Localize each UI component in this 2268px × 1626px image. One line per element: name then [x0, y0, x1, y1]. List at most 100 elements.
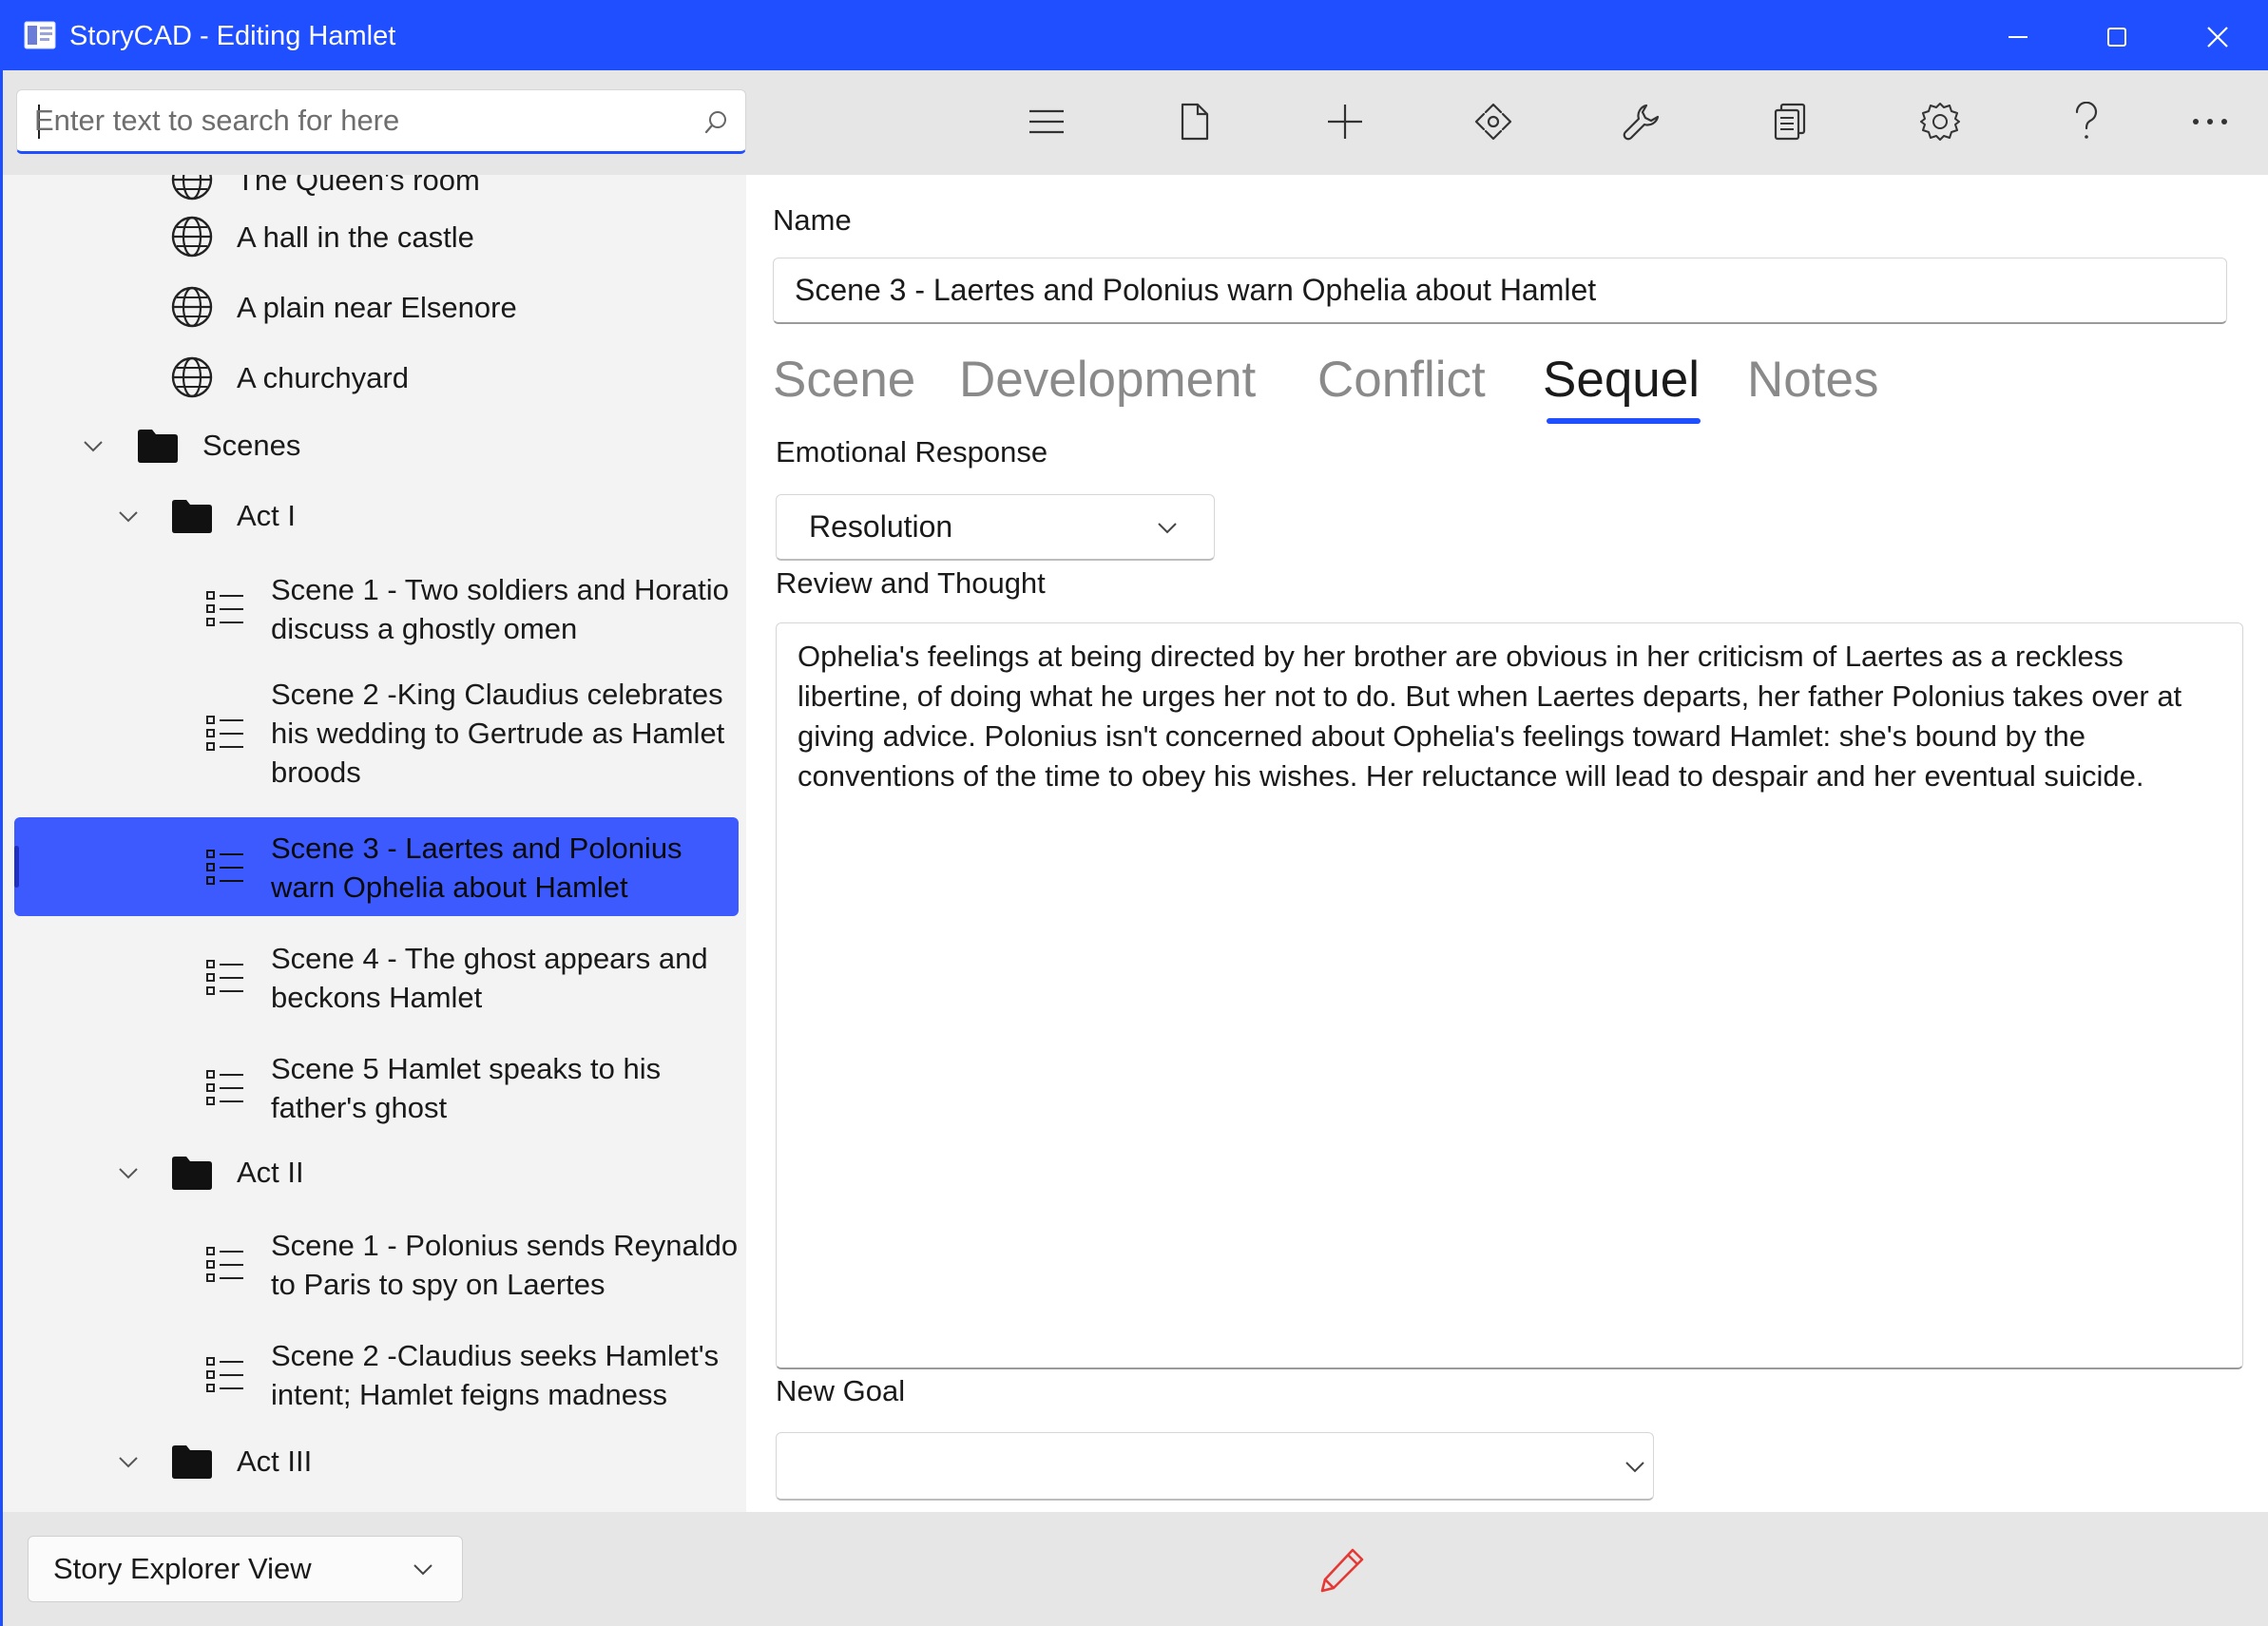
- tree-item-label: Scene 4 - The ghost appears and beckons …: [271, 939, 746, 1017]
- name-field[interactable]: Scene 3 - Laertes and Polonius warn Ophe…: [773, 258, 2227, 324]
- tree-item-act-1[interactable]: Act I: [170, 496, 296, 535]
- reports-button[interactable]: [1759, 91, 1820, 152]
- search-input[interactable]: [34, 98, 681, 143]
- new-goal-dropdown[interactable]: [776, 1432, 1654, 1501]
- chevron-down-icon[interactable]: [118, 1167, 139, 1180]
- tree-item-setting[interactable]: The Queen's room: [170, 175, 480, 201]
- window-title: StoryCAD - Editing Hamlet: [69, 21, 396, 51]
- list-bullets-icon: [206, 850, 243, 885]
- tab-notes[interactable]: Notes: [1747, 349, 1878, 411]
- reports-icon: [1774, 103, 1806, 141]
- move-arrows-icon: [1474, 103, 1512, 141]
- more-button[interactable]: [2180, 91, 2240, 152]
- label-line: Scene 1 - Polonius sends Reynaldo: [271, 1229, 739, 1262]
- tree-item-scene[interactable]: Scene 4 - The ghost appears and beckons …: [204, 939, 746, 1017]
- maximize-button[interactable]: [2067, 3, 2166, 70]
- review-and-thought-text: Ophelia's feelings at being directed by …: [798, 640, 2182, 793]
- tree-item-label: A churchyard: [237, 360, 409, 394]
- tab-scene[interactable]: Scene: [773, 349, 915, 411]
- label-line: Scene 2 -Claudius seeks Hamlet's: [271, 1339, 720, 1372]
- label-line: his wedding to Gertrude as Hamlet: [271, 717, 725, 750]
- tree-item-setting[interactable]: A hall in the castle: [170, 215, 474, 258]
- tree-item-label: Scenes: [202, 429, 301, 462]
- tab-conflict[interactable]: Conflict: [1317, 349, 1486, 411]
- chevron-down-icon: [1158, 523, 1177, 534]
- list-bullets-icon: [206, 591, 243, 626]
- tree-item-label: Scene 1 - Polonius sends Reynaldo to Par…: [271, 1226, 746, 1304]
- tree-item-label: A plain near Elsenore: [237, 290, 517, 324]
- chevron-down-icon[interactable]: [118, 510, 139, 524]
- move-button[interactable]: [1463, 91, 1524, 152]
- tree-item-setting[interactable]: A plain near Elsenore: [170, 285, 517, 329]
- add-button[interactable]: [1315, 91, 1375, 152]
- tree-item-act-3[interactable]: Act III: [170, 1442, 312, 1481]
- tree-item-scene[interactable]: Scene 2 -Claudius seeks Hamlet's intent;…: [204, 1336, 746, 1414]
- label-line: beckons Hamlet: [271, 981, 483, 1014]
- tree-item-label: Scene 2 -King Claudius celebrates his we…: [271, 675, 746, 792]
- settings-button[interactable]: [1910, 91, 1970, 152]
- folder-icon: [172, 1444, 212, 1479]
- label-line: Scene 2 -King Claudius celebrates: [271, 678, 723, 711]
- label-line: intent; Hamlet feigns madness: [271, 1378, 667, 1411]
- tree-item-scenes-folder[interactable]: Scenes: [136, 426, 300, 465]
- help-button[interactable]: [2056, 91, 2117, 152]
- list-bullets-icon: [206, 1357, 243, 1392]
- tree-item-label: Act III: [237, 1444, 313, 1478]
- label-line: discuss a ghostly omen: [271, 612, 578, 645]
- minimize-button[interactable]: [1969, 3, 2067, 70]
- label-line: Scene 5 Hamlet speaks to his: [271, 1052, 662, 1085]
- emotional-response-dropdown[interactable]: Resolution: [776, 494, 1215, 561]
- review-and-thought-textarea[interactable]: Ophelia's feelings at being directed by …: [776, 622, 2243, 1369]
- tree-item-label: Act II: [237, 1156, 304, 1189]
- name-value: Scene 3 - Laertes and Polonius warn Ophe…: [795, 273, 1597, 307]
- search-box: [16, 89, 746, 154]
- label-line: Scene 3 - Laertes and Polonius: [271, 832, 682, 865]
- name-label: Name: [773, 203, 852, 237]
- tree-item-scene[interactable]: Scene 1 - Polonius sends Reynaldo to Par…: [204, 1226, 746, 1304]
- view-selector-value: Story Explorer View: [53, 1552, 312, 1585]
- tree-item-label: The Queen's room: [237, 175, 480, 197]
- menu-button[interactable]: [1016, 91, 1077, 152]
- tree-item-label: Act I: [237, 499, 297, 532]
- view-selector-dropdown[interactable]: Story Explorer View: [28, 1536, 463, 1602]
- emotional-response-label: Emotional Response: [776, 435, 1048, 469]
- list-bullets-icon: [206, 1247, 243, 1282]
- label-line: to Paris to spy on Laertes: [271, 1268, 605, 1301]
- tree-item-scene[interactable]: Scene 2 -King Claudius celebrates his we…: [204, 675, 746, 792]
- tree-item-label: Scene 3 - Laertes and Polonius warn Ophe…: [271, 829, 746, 907]
- tree-item-scene[interactable]: Scene 5 Hamlet speaks to his father's gh…: [204, 1049, 746, 1127]
- scene-editor: Name Scene 3 - Laertes and Polonius warn…: [746, 175, 2268, 1512]
- more-icon: [2193, 119, 2227, 124]
- selection-indicator: [14, 846, 19, 888]
- tree-item-act-2[interactable]: Act II: [170, 1153, 304, 1192]
- tools-button[interactable]: [1611, 91, 1672, 152]
- close-button[interactable]: [2168, 3, 2267, 70]
- title-bar: StoryCAD - Editing Hamlet: [3, 3, 2268, 70]
- chevron-down-icon[interactable]: [118, 1456, 139, 1469]
- wrench-icon: [1623, 104, 1660, 141]
- globe-icon: [171, 286, 213, 328]
- folder-icon: [172, 1156, 212, 1190]
- new-file-button[interactable]: [1164, 91, 1225, 152]
- search-icon[interactable]: [702, 107, 732, 138]
- tree-item-scene[interactable]: Scene 1 - Two soldiers and Horatio discu…: [204, 570, 746, 648]
- folder-icon: [172, 499, 212, 533]
- new-goal-label: New Goal: [776, 1374, 906, 1407]
- story-explorer-tree: The Queen's room A hall in the castle A …: [3, 175, 746, 1512]
- app-window: StoryCAD - Editing Hamlet Enter text to …: [0, 0, 2268, 1626]
- pencil-icon[interactable]: [1318, 1546, 1366, 1594]
- tab-development[interactable]: Development: [959, 349, 1256, 411]
- label-line: broods: [271, 756, 361, 789]
- globe-icon: [171, 175, 213, 201]
- list-bullets-icon: [206, 960, 243, 995]
- tab-sequel[interactable]: Sequel: [1543, 349, 1700, 411]
- label-line: father's ghost: [271, 1091, 448, 1124]
- hamburger-menu-icon: [1029, 109, 1064, 134]
- list-bullets-icon: [206, 1070, 243, 1105]
- chevron-down-icon[interactable]: [83, 440, 104, 453]
- tree-item-scene-selected[interactable]: Scene 3 - Laertes and Polonius warn Ophe…: [204, 829, 746, 907]
- tree-item-label: A hall in the castle: [237, 220, 474, 254]
- add-icon: [1328, 105, 1362, 139]
- close-icon: [2207, 26, 2228, 48]
- tree-item-setting[interactable]: A churchyard: [170, 355, 409, 399]
